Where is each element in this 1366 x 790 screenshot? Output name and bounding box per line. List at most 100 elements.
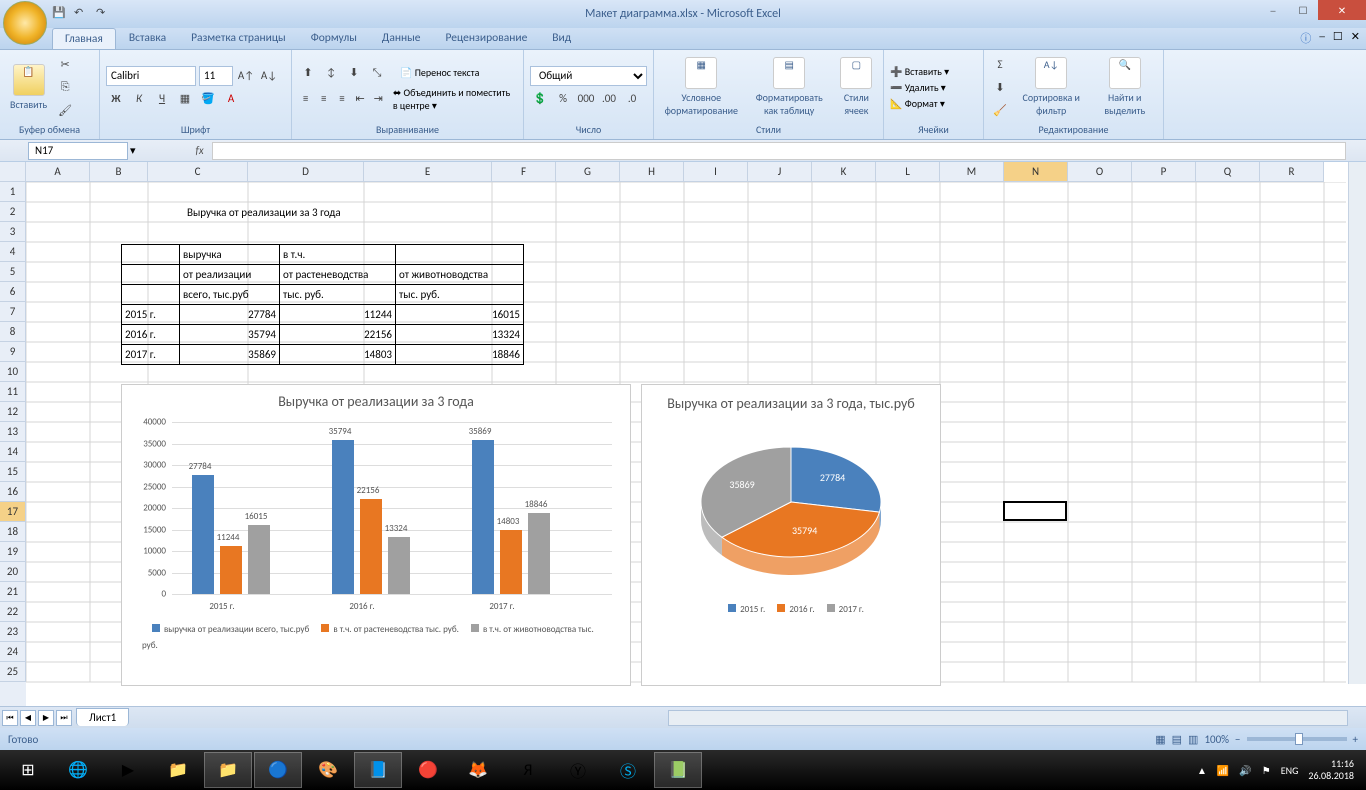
taskbar-word[interactable]: 📘 <box>354 752 402 788</box>
autosum-icon[interactable]: Σ <box>990 54 1010 74</box>
cell-grid[interactable]: Выручка от реализации за 3 года выручкав… <box>26 182 1366 706</box>
close-button[interactable]: ✕ <box>1318 0 1366 20</box>
tab-view[interactable]: Вид <box>540 28 583 49</box>
paste-button[interactable]: 📋 Вставить <box>6 62 51 113</box>
row-headers[interactable]: 1234567891011121314151617181920212223242… <box>0 182 26 706</box>
taskbar-explorer[interactable]: 📁 <box>204 752 252 788</box>
view-normal-icon[interactable]: ▦ <box>1155 733 1165 746</box>
taskbar-excel[interactable]: 📗 <box>654 752 702 788</box>
view-break-icon[interactable]: ▥ <box>1188 733 1198 746</box>
increase-font-icon[interactable]: A↑ <box>236 66 256 86</box>
sheet-tab-1[interactable]: Лист1 <box>76 708 129 726</box>
taskbar-firefox[interactable]: 🦊 <box>454 752 502 788</box>
pie-chart[interactable]: Выручка от реализации за 3 года, тыс.руб… <box>641 384 941 686</box>
tray-network-icon[interactable]: 📶 <box>1217 764 1229 777</box>
taskbar-yandex1[interactable]: Я <box>504 752 552 788</box>
column-headers[interactable]: ABCDEFGHIJKLMNOPQR <box>26 162 1324 182</box>
format-painter-icon[interactable]: 🖌 <box>55 100 75 120</box>
cell-styles-button[interactable]: ▢Стили ячеек <box>836 55 877 119</box>
namebox-dropdown-icon[interactable]: ▾ <box>130 144 136 157</box>
copy-icon[interactable]: ⎘ <box>55 77 75 97</box>
clear-icon[interactable]: 🧹 <box>990 100 1010 120</box>
maximize-button[interactable]: ☐ <box>1288 0 1318 20</box>
bold-button[interactable]: Ж <box>106 89 126 109</box>
taskbar-media[interactable]: ▶ <box>104 752 152 788</box>
tab-nav-last[interactable]: ⏭ <box>56 710 72 726</box>
increase-decimal-icon[interactable]: .00 <box>599 89 619 109</box>
tray-flag-icon[interactable]: ⚑ <box>1262 764 1271 777</box>
font-size-select[interactable] <box>199 66 233 86</box>
taskbar-skype[interactable]: Ⓢ <box>604 752 652 788</box>
fx-icon[interactable]: fx <box>196 144 204 157</box>
zoom-in-button[interactable]: + <box>1353 733 1358 746</box>
tab-formulas[interactable]: Формулы <box>299 28 369 49</box>
cut-icon[interactable]: ✂ <box>55 54 75 74</box>
select-all-corner[interactable] <box>0 162 26 182</box>
view-layout-icon[interactable]: ▤ <box>1172 733 1182 746</box>
italic-button[interactable]: К <box>129 89 149 109</box>
start-button[interactable]: ⊞ <box>4 752 52 788</box>
align-left-icon[interactable]: ≡ <box>298 89 313 109</box>
tab-review[interactable]: Рецензирование <box>434 28 540 49</box>
currency-icon[interactable]: 💲 <box>530 89 550 109</box>
undo-icon[interactable]: ↶ <box>74 6 90 22</box>
decrease-indent-icon[interactable]: ⇤ <box>353 89 368 109</box>
horizontal-scrollbar[interactable] <box>668 710 1348 726</box>
sort-filter-button[interactable]: A↓Сортировка и фильтр <box>1014 55 1088 119</box>
tray-volume-icon[interactable]: 🔊 <box>1239 764 1251 777</box>
font-color-icon[interactable]: A <box>221 89 241 109</box>
tab-data[interactable]: Данные <box>370 28 433 49</box>
align-bottom-icon[interactable]: ⬇ <box>344 63 364 83</box>
formula-input[interactable] <box>212 142 1346 160</box>
align-right-icon[interactable]: ≡ <box>334 89 349 109</box>
conditional-formatting-button[interactable]: ▦Условное форматирование <box>660 55 743 119</box>
increase-indent-icon[interactable]: ⇥ <box>371 89 386 109</box>
format-as-table-button[interactable]: ▤Форматировать как таблицу <box>747 55 832 119</box>
tab-nav-first[interactable]: ⏮ <box>2 710 18 726</box>
tray-language[interactable]: ENG <box>1281 764 1299 777</box>
insert-cells-button[interactable]: ➕ Вставить ▾ <box>890 65 977 78</box>
underline-button[interactable]: Ч <box>152 89 172 109</box>
comma-icon[interactable]: 000 <box>576 89 596 109</box>
fill-color-icon[interactable]: 🪣 <box>198 89 218 109</box>
zoom-out-button[interactable]: − <box>1235 733 1240 746</box>
office-button[interactable] <box>3 1 47 45</box>
format-cells-button[interactable]: 📐 Формат ▾ <box>890 97 977 110</box>
tab-insert[interactable]: Вставка <box>117 28 178 49</box>
tab-nav-next[interactable]: ▶ <box>38 710 54 726</box>
tab-home[interactable]: Главная <box>52 28 116 49</box>
taskbar-chrome[interactable]: 🔵 <box>254 752 302 788</box>
bar-chart[interactable]: Выручка от реализации за 3 года 05000100… <box>121 384 631 686</box>
taskbar-yandex2[interactable]: Ⓨ <box>554 752 602 788</box>
taskbar-ie[interactable]: 🌐 <box>54 752 102 788</box>
zoom-level[interactable]: 100% <box>1204 733 1229 746</box>
align-middle-icon[interactable]: ↕ <box>321 63 341 83</box>
taskbar-opera[interactable]: 🔴 <box>404 752 452 788</box>
name-box[interactable]: N17 <box>28 142 128 160</box>
wrap-text-button[interactable]: 📄 Перенос текста <box>400 66 479 79</box>
doc-minimize-icon[interactable]: ─ <box>1319 30 1325 46</box>
zoom-slider[interactable] <box>1247 737 1347 741</box>
doc-restore-icon[interactable]: ☐ <box>1333 30 1343 46</box>
tray-clock[interactable]: 11:16 26.08.2018 <box>1308 758 1354 782</box>
decrease-decimal-icon[interactable]: .0 <box>622 89 642 109</box>
align-top-icon[interactable]: ⬆ <box>298 63 318 83</box>
data-table[interactable]: выручкав т.ч.от реализацииот растеневодс… <box>121 244 524 365</box>
decrease-font-icon[interactable]: A↓ <box>259 66 279 86</box>
orientation-icon[interactable]: ⤡ <box>367 63 387 83</box>
tab-nav-prev[interactable]: ◀ <box>20 710 36 726</box>
font-name-select[interactable] <box>106 66 196 86</box>
vertical-scrollbar[interactable] <box>1348 162 1366 684</box>
tray-expand-icon[interactable]: ▲ <box>1197 764 1207 777</box>
find-select-button[interactable]: 🔍Найти и выделить <box>1092 55 1157 119</box>
number-format-select[interactable]: Общий <box>530 66 647 86</box>
merge-center-button[interactable]: ⬌ Объединить и поместить в центре ▾ <box>393 86 517 112</box>
save-icon[interactable]: 💾 <box>52 6 68 22</box>
align-center-icon[interactable]: ≡ <box>316 89 331 109</box>
border-icon[interactable]: ▦ <box>175 89 195 109</box>
redo-icon[interactable]: ↷ <box>96 6 112 22</box>
delete-cells-button[interactable]: ➖ Удалить ▾ <box>890 81 977 94</box>
doc-close-icon[interactable]: ✕ <box>1351 30 1360 46</box>
minimize-button[interactable]: ─ <box>1258 0 1288 20</box>
fill-icon[interactable]: ⬇ <box>990 77 1010 97</box>
